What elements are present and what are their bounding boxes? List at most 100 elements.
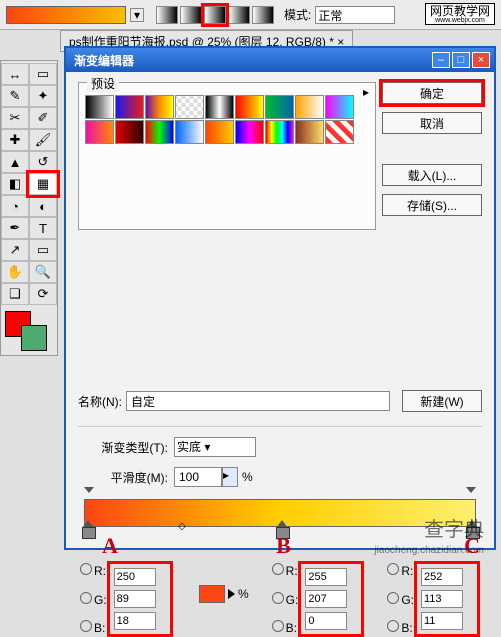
color-chip[interactable]	[199, 585, 225, 603]
watermark-sub: jiaocheng.chazidian.com	[374, 545, 484, 556]
midpoint-icon[interactable]: ◇	[178, 521, 186, 532]
move-tool[interactable]: ↔	[1, 63, 29, 85]
gradient-type-row: 渐变类型(T): 实底 ▾	[78, 437, 482, 457]
gradient-tool[interactable]: ▦	[29, 173, 57, 195]
preset-swatch[interactable]	[295, 120, 324, 144]
smoothness-input[interactable]	[174, 467, 222, 487]
pen-tool[interactable]: ✒	[1, 217, 29, 239]
preset-swatch[interactable]	[205, 120, 234, 144]
preset-swatch[interactable]	[325, 95, 354, 119]
smoothness-stepper[interactable]: ▸	[222, 467, 238, 487]
new-button[interactable]: 新建(W)	[402, 390, 482, 412]
rgb-areas: R: G: B: % R:	[80, 561, 480, 637]
close-button[interactable]: ×	[472, 52, 490, 68]
lasso-tool[interactable]: ✎	[1, 85, 29, 107]
g-radio[interactable]	[272, 592, 284, 604]
gradient-reflected-button[interactable]	[228, 6, 250, 24]
a-g-input[interactable]	[114, 590, 156, 608]
wand-tool[interactable]: ✦	[29, 85, 57, 107]
r-radio[interactable]	[387, 563, 399, 575]
history-brush-tool[interactable]: ↺	[29, 151, 57, 173]
preset-swatch[interactable]	[175, 120, 204, 144]
r-radio[interactable]	[80, 563, 92, 575]
play-icon[interactable]	[228, 589, 235, 599]
heal-tool[interactable]: ✚	[1, 129, 29, 151]
c-r-input[interactable]	[421, 568, 463, 586]
preset-swatch[interactable]	[235, 95, 264, 119]
preset-swatch[interactable]	[115, 95, 144, 119]
type-tool[interactable]: T	[29, 217, 57, 239]
gradient-bar[interactable]: ◇ A B C	[84, 499, 476, 527]
gradient-diamond-button[interactable]	[252, 6, 274, 24]
stamp-tool[interactable]: ▲	[1, 151, 29, 173]
preset-swatch[interactable]	[145, 120, 174, 144]
b-radio[interactable]	[272, 620, 284, 632]
gradient-type-select[interactable]: 实底 ▾	[174, 437, 256, 457]
dodge-tool[interactable]: ◐	[29, 195, 57, 217]
preset-swatch[interactable]	[85, 120, 114, 144]
gradient-radial-button[interactable]	[180, 6, 202, 24]
g-radio[interactable]	[80, 592, 92, 604]
gradient-dropdown-arrow[interactable]: ▾	[130, 8, 144, 22]
dialog-titlebar[interactable]: 渐变编辑器 – □ ×	[66, 48, 494, 72]
mid-controls-a: %	[196, 561, 249, 627]
path-tool[interactable]: ↗	[1, 239, 29, 261]
cancel-button[interactable]: 取消	[382, 112, 482, 134]
marquee-tool[interactable]: ▭	[29, 63, 57, 85]
color-stop-a[interactable]	[82, 528, 94, 542]
preset-swatch[interactable]	[175, 95, 204, 119]
presets-menu-icon[interactable]: ▸	[363, 85, 369, 99]
c-b-input[interactable]	[421, 612, 463, 630]
preset-swatch[interactable]	[265, 120, 294, 144]
save-button[interactable]: 存储(S)...	[382, 194, 482, 216]
b-b-input[interactable]	[305, 612, 347, 630]
notes-tool[interactable]: ❏	[1, 283, 29, 305]
maximize-button[interactable]: □	[452, 52, 470, 68]
preset-swatch[interactable]	[325, 120, 354, 144]
preset-swatch[interactable]	[265, 95, 294, 119]
mode-label: 模式:	[284, 6, 311, 23]
b-radio[interactable]	[80, 620, 92, 632]
preset-swatch[interactable]	[85, 95, 114, 119]
ok-button[interactable]: 确定	[382, 82, 482, 104]
a-b-input[interactable]	[114, 612, 156, 630]
name-input[interactable]	[126, 391, 390, 411]
blend-mode-select[interactable]: 正常	[315, 6, 395, 24]
preset-swatch[interactable]	[295, 95, 324, 119]
c-g-input[interactable]	[421, 590, 463, 608]
rgb-c-box	[414, 561, 480, 637]
gradient-angle-button[interactable]	[204, 6, 226, 24]
gradient-edit-area: 渐变类型(T): 实底 ▾ 平滑度(M): ▸ % ◇ A B C	[78, 426, 482, 637]
eraser-tool[interactable]: ◧	[1, 173, 29, 195]
zoom-tool[interactable]: 🔍	[29, 261, 57, 283]
minimize-button[interactable]: –	[432, 52, 450, 68]
crop-tool[interactable]: ✂	[1, 107, 29, 129]
preset-swatch[interactable]	[205, 95, 234, 119]
background-swatch[interactable]	[21, 325, 47, 351]
r-radio[interactable]	[272, 563, 284, 575]
eyedropper-tool[interactable]: ✐	[29, 107, 57, 129]
opacity-stop-left[interactable]	[84, 487, 94, 497]
brush-tool[interactable]: 🖌	[29, 129, 57, 151]
a-r-input[interactable]	[114, 568, 156, 586]
hand-tool[interactable]: ✋	[1, 261, 29, 283]
preset-swatch[interactable]	[145, 95, 174, 119]
b-radio[interactable]	[387, 620, 399, 632]
preset-swatch[interactable]	[115, 120, 144, 144]
g-radio[interactable]	[387, 592, 399, 604]
gradient-linear-button[interactable]	[156, 6, 178, 24]
presets-panel: 预设 ▸	[78, 82, 376, 230]
shape-tool[interactable]: ▭	[29, 239, 57, 261]
preset-swatch[interactable]	[235, 120, 264, 144]
blur-tool[interactable]: ◔	[1, 195, 29, 217]
load-button[interactable]: 载入(L)...	[382, 164, 482, 186]
percent-label: %	[242, 470, 253, 484]
watermark-line2: www.webjx.com	[435, 17, 485, 24]
name-row: 名称(N): 新建(W)	[78, 390, 482, 412]
rotate-tool[interactable]: ⟳	[29, 283, 57, 305]
b-g-input[interactable]	[305, 590, 347, 608]
gradient-preview[interactable]	[6, 6, 126, 24]
radio-col-b: R: G: B:	[272, 561, 299, 637]
b-r-input[interactable]	[305, 568, 347, 586]
opacity-stop-right[interactable]	[466, 487, 476, 497]
